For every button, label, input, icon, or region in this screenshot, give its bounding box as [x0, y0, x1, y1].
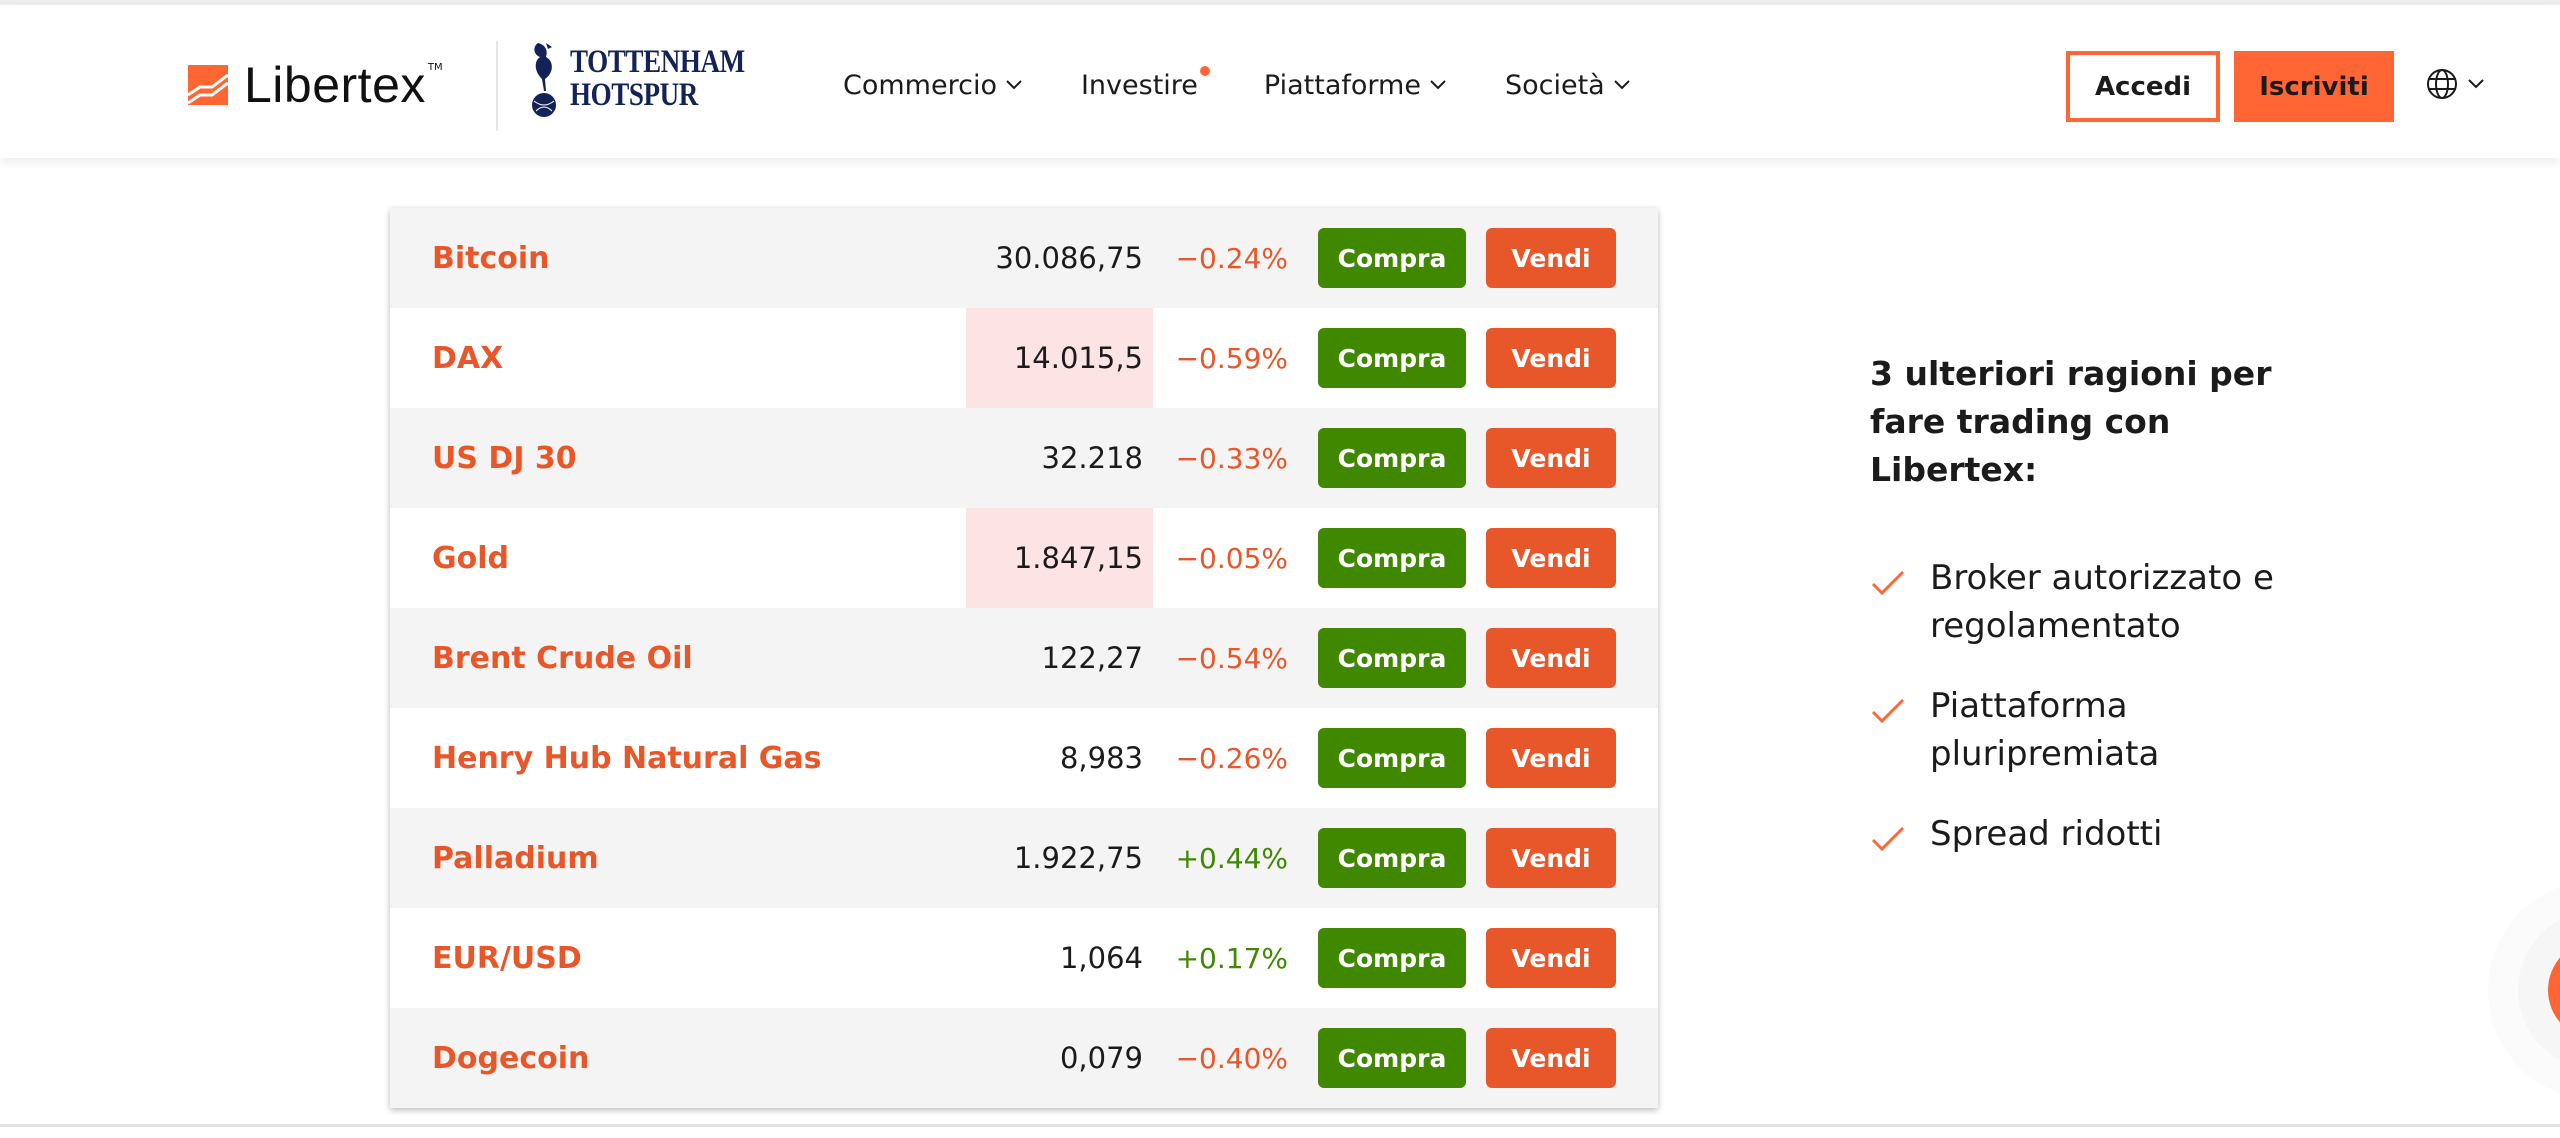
sell-button[interactable]: Vendi [1486, 428, 1616, 488]
reason-text: Piattaforma pluripremiata [1930, 686, 2160, 774]
buy-button[interactable]: Compra [1318, 228, 1466, 288]
quote-row: Gold 1.847,15 −0.05% Compra Vendi [390, 508, 1658, 608]
buy-button[interactable]: Compra [1318, 1028, 1466, 1088]
quote-row: US DJ 30 32.218 −0.33% Compra Vendi [390, 408, 1658, 508]
price-change: −0.59% [1175, 341, 1288, 375]
quote-row: Dogecoin 0,079 −0.40% Compra Vendi [390, 1008, 1658, 1108]
instrument-price: 1.847,15 [966, 508, 1153, 608]
nav-item-label: Investire [1080, 69, 1198, 101]
price-change: +0.17% [1175, 941, 1288, 975]
nav-item-label: Società [1504, 69, 1605, 101]
reason-item: Spread ridotti [1870, 810, 2340, 858]
check-icon [1871, 570, 1905, 596]
signup-button[interactable]: Iscriviti [2234, 51, 2394, 122]
trademark-mark: TM [427, 62, 443, 73]
reason-item: Broker autorizzato e regolamentato [1870, 554, 2340, 650]
section-divider [0, 1124, 2560, 1127]
sell-button[interactable]: Vendi [1486, 228, 1616, 288]
instrument-price: 0,079 [1059, 1041, 1143, 1075]
reasons-list: Broker autorizzato e regolamentato Piatt… [1870, 554, 2340, 858]
libertex-logo[interactable]: Libertex TM [188, 40, 443, 130]
sell-button[interactable]: Vendi [1486, 1028, 1616, 1088]
buy-button[interactable]: Compra [1318, 528, 1466, 588]
instrument-name[interactable]: Henry Hub Natural Gas [432, 741, 822, 776]
libertex-logo-icon [188, 65, 228, 105]
price-change: −0.24% [1175, 241, 1288, 275]
logo-divider [496, 41, 498, 131]
instrument-price: 122,27 [1041, 641, 1143, 675]
price-change: +0.44% [1175, 841, 1288, 875]
language-selector[interactable] [2425, 67, 2485, 101]
site-header: Libertex TM TOTTENHAM HOTSPUR Commercio … [0, 5, 2560, 158]
tottenham-hotspur-logo[interactable]: TOTTENHAM HOTSPUR [528, 39, 783, 119]
partner-name-line2: HOTSPUR [570, 77, 698, 113]
instrument-name[interactable]: US DJ 30 [432, 441, 577, 476]
nav-item-investire[interactable]: Investire [1080, 65, 1210, 101]
buy-button[interactable]: Compra [1318, 628, 1466, 688]
nav-item-piattaforme[interactable]: Piattaforme [1264, 70, 1447, 101]
buy-button[interactable]: Compra [1318, 428, 1466, 488]
nav-item-label: Piattaforme [1263, 69, 1421, 101]
buy-button[interactable]: Compra [1318, 728, 1466, 788]
reason-item: Piattaforma pluripremiata [1870, 682, 2340, 778]
instrument-name[interactable]: Dogecoin [432, 1041, 589, 1076]
sell-button[interactable]: Vendi [1486, 728, 1616, 788]
instrument-price: 1,064 [1059, 941, 1143, 975]
instrument-name[interactable]: Brent Crude Oil [432, 641, 693, 676]
sell-button[interactable]: Vendi [1486, 528, 1616, 588]
instrument-price: 8,983 [1059, 741, 1143, 775]
instrument-price: 14.015,5 [966, 308, 1153, 408]
quote-row: Palladium 1.922,75 +0.44% Compra Vendi [390, 808, 1658, 908]
reasons-panel: 3 ulteriori ragioni per fare trading con… [1870, 350, 2340, 890]
chevron-down-icon [1430, 80, 1446, 90]
price-change: −0.40% [1175, 1041, 1288, 1075]
check-icon [1871, 826, 1905, 852]
check-icon [1871, 698, 1905, 724]
buy-button[interactable]: Compra [1318, 928, 1466, 988]
sell-button[interactable]: Vendi [1486, 628, 1616, 688]
nav-item-societa[interactable]: Società [1505, 70, 1631, 101]
partner-name: TOTTENHAM HOTSPUR [570, 46, 745, 112]
buy-button[interactable]: Compra [1318, 328, 1466, 388]
price-change: −0.26% [1175, 741, 1288, 775]
buy-button[interactable]: Compra [1318, 828, 1466, 888]
main-nav: Commercio Investire Piattaforme Società [843, 61, 1689, 109]
price-change: −0.33% [1175, 441, 1288, 475]
sell-button[interactable]: Vendi [1486, 328, 1616, 388]
globe-icon [2427, 69, 2457, 99]
chevron-down-icon [1006, 80, 1022, 90]
instrument-name[interactable]: EUR/USD [432, 941, 582, 976]
instrument-price: 30.086,75 [995, 241, 1143, 275]
tottenham-crest-icon [532, 43, 556, 117]
instrument-price: 32.218 [1041, 441, 1143, 475]
reasons-title: 3 ulteriori ragioni per fare trading con… [1870, 354, 2272, 489]
nav-item-commercio[interactable]: Commercio [843, 70, 1023, 101]
quote-row: Brent Crude Oil 122,27 −0.54% Compra Vendi [390, 608, 1658, 708]
instrument-name[interactable]: Palladium [432, 841, 599, 876]
quote-row: Bitcoin 30.086,75 −0.24% Compra Vendi [390, 208, 1658, 308]
chevron-down-icon [2468, 79, 2484, 89]
price-change: −0.05% [1175, 541, 1288, 575]
login-button[interactable]: Accedi [2066, 51, 2220, 122]
chevron-down-icon [1613, 80, 1630, 90]
quote-row: DAX 14.015,5 −0.59% Compra Vendi [390, 308, 1658, 408]
sell-button[interactable]: Vendi [1486, 828, 1616, 888]
quote-row: EUR/USD 1,064 +0.17% Compra Vendi [390, 908, 1658, 1008]
quotes-table: Bitcoin 30.086,75 −0.24% Compra Vendi DAX 14.0… [390, 208, 1658, 1108]
chat-widget-button[interactable] [2548, 940, 2560, 1040]
reason-text: Spread ridotti [1930, 814, 2163, 854]
instrument-name[interactable]: Gold [432, 541, 509, 576]
partner-name-line1: TOTTENHAM [570, 44, 745, 80]
nav-item-label: Commercio [843, 69, 997, 101]
brand-name: Libertex [244, 57, 426, 113]
instrument-price: 1.922,75 [1013, 841, 1143, 875]
price-change: −0.54% [1175, 641, 1288, 675]
quote-row: Henry Hub Natural Gas 8,983 −0.26% Compra Ve… [390, 708, 1658, 808]
reason-text: Broker autorizzato e regolamentato [1930, 558, 2274, 646]
new-badge-dot [1199, 65, 1210, 76]
instrument-name[interactable]: Bitcoin [432, 241, 550, 276]
instrument-name[interactable]: DAX [432, 341, 503, 376]
sell-button[interactable]: Vendi [1486, 928, 1616, 988]
